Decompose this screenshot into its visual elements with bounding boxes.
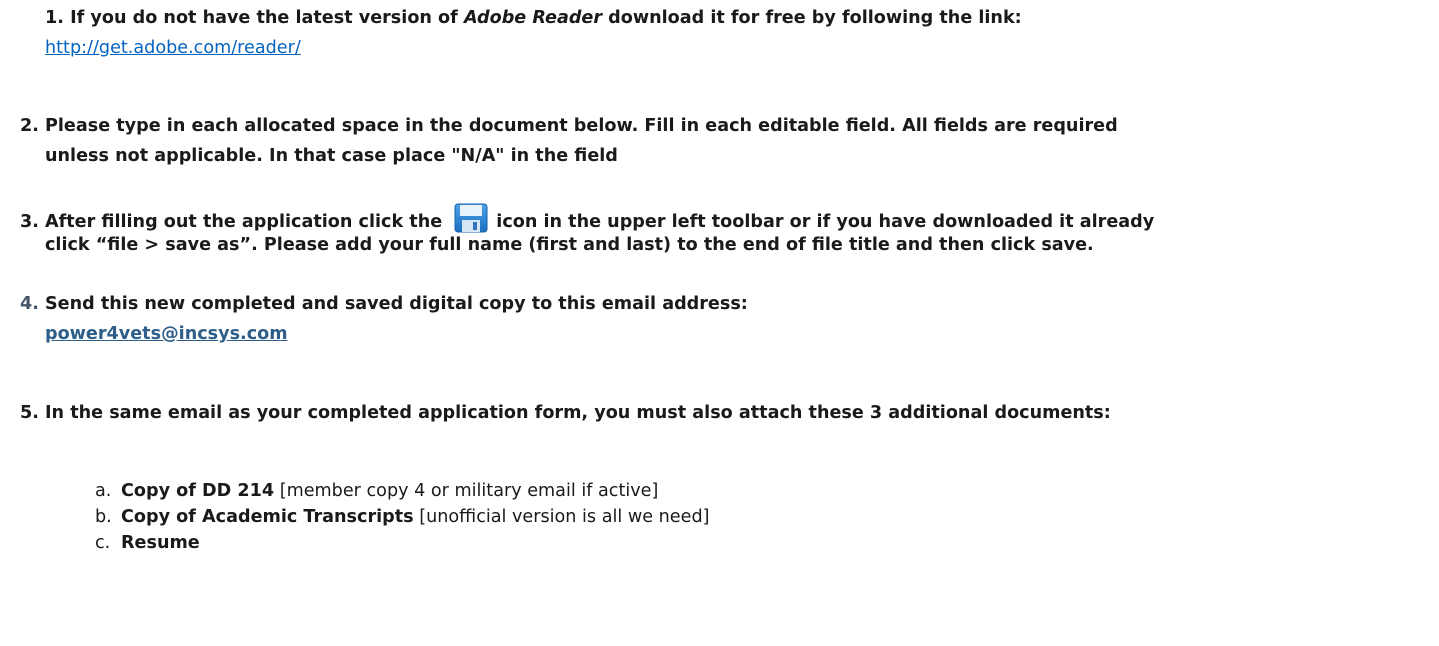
step5-text: In the same email as your completed appl… <box>45 403 1111 423</box>
step2-line2: unless not applicable. In that case plac… <box>45 145 618 167</box>
step1-text-after: download it for free by following the li… <box>608 8 1022 28</box>
list-item-bold: Copy of Academic Transcripts <box>121 507 414 527</box>
instructions-page: 1. If you do not have the latest version… <box>0 0 1439 646</box>
list-item-bold: Copy of DD 214 <box>121 481 275 501</box>
step2-line1: 2. Please type in each allocated space in… <box>20 115 1118 137</box>
step3-line2: click “file > save as”. Please add your … <box>45 234 1094 256</box>
adobe-reader-link[interactable]: http://get.adobe.com/reader/ <box>45 38 301 58</box>
step2-text-line2: unless not applicable. In that case plac… <box>45 146 618 166</box>
list-item: c. Resume <box>95 532 200 554</box>
list-item-letter: c. <box>95 533 111 553</box>
step5-line: 5. In the same email as your completed ap… <box>20 402 1111 424</box>
step3-text-line2: click “file > save as”. Please add your … <box>45 235 1094 255</box>
step5-number: 5. <box>20 403 39 423</box>
step1-number: 1. <box>45 8 64 28</box>
step4-email-line: power4vets@incsys.com <box>45 323 288 345</box>
step2-number: 2. <box>20 116 39 136</box>
email-link[interactable]: power4vets@incsys.com <box>45 324 288 344</box>
list-item: b. Copy of Academic Transcripts [unoffici… <box>95 506 709 528</box>
step1-line: 1. If you do not have the latest version… <box>45 7 1022 29</box>
list-item-note: [member copy 4 or military email if acti… <box>279 481 659 501</box>
step4-text: Send this new completed and saved digita… <box>45 294 748 314</box>
step3-text-before: After filling out the application click … <box>45 212 443 232</box>
list-item-bold: Resume <box>121 533 200 553</box>
step1-app-name: Adobe Reader <box>463 8 603 28</box>
step3-number: 3. <box>20 212 39 232</box>
step3-text-after: icon in the upper left toolbar or if you… <box>496 212 1155 232</box>
step1-text-before: If you do not have the latest version of <box>70 8 458 28</box>
list-item-letter: a. <box>95 481 112 501</box>
step2-text-line1: Please type in each allocated space in t… <box>45 116 1118 136</box>
list-item-note: [unofficial version is all we need] <box>419 507 710 527</box>
list-item: a. Copy of DD 214 [member copy 4 or milit… <box>95 480 658 502</box>
step1-link-line: http://get.adobe.com/reader/ <box>45 37 301 59</box>
list-item-letter: b. <box>95 507 112 527</box>
step4-line: 4. Send this new completed and saved digi… <box>20 293 748 315</box>
step4-number: 4. <box>20 294 39 314</box>
